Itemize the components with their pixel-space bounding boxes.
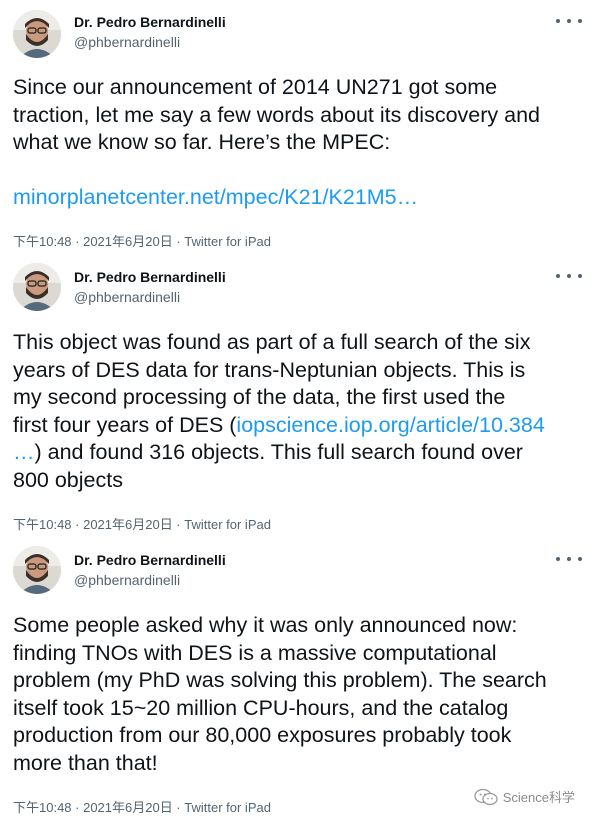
tweet-text-line: traction, let me say a few words about i… — [13, 102, 540, 127]
iopscience-link-continued[interactable]: … — [13, 440, 35, 464]
avatar-photo-icon — [13, 10, 61, 58]
tweet-text-line: finding TNOs with DES is a massive compu… — [13, 640, 497, 665]
tweet-text-segment: first four years of DES ( — [13, 412, 237, 437]
timestamp-text[interactable]: 下午10:48 · 2021年6月20日 · — [13, 800, 184, 815]
author-name[interactable]: Dr. Pedro Bernardinelli — [74, 14, 226, 30]
mpec-link[interactable]: minorplanetcenter.net/mpec/K21/K21M5… — [13, 185, 418, 209]
author-handle[interactable]: @phbernardinelli — [74, 572, 180, 588]
tweet-text: This object was found as part of a full … — [13, 329, 585, 494]
tweet-text-line: 800 objects — [13, 467, 123, 492]
author-handle[interactable]: @phbernardinelli — [74, 34, 180, 50]
tweet-text-line: Some people asked why it was only announ… — [13, 613, 518, 637]
more-options-icon[interactable] — [556, 269, 582, 283]
tweet-text-line: more than that! — [13, 750, 158, 775]
tweet-text-line: my second processing of the data, the fi… — [13, 385, 506, 409]
tweet-text-line: production from our 80,000 exposures pro… — [13, 723, 512, 747]
tweet-text-line: Since our announcement of 2014 UN271 got… — [13, 75, 498, 99]
tweet-text-line: This object was found as part of a full … — [13, 330, 531, 354]
avatar[interactable] — [13, 10, 61, 58]
tweet-text: Since our announcement of 2014 UN271 got… — [13, 74, 585, 212]
source-label[interactable]: Twitter for iPad — [184, 800, 271, 815]
author-name[interactable]: Dr. Pedro Bernardinelli — [74, 269, 226, 285]
tweet-timestamp: 下午10:48 · 2021年6月20日 · Twitter for iPad — [13, 797, 271, 816]
watermark: Science科学 — [473, 787, 575, 806]
tweet-text-line: problem (my PhD was solving this problem… — [13, 668, 547, 692]
tweet-text-segment: ) and found 316 objects. This full searc… — [34, 440, 523, 464]
avatar[interactable] — [13, 546, 61, 594]
tweet-text-line: years of DES data for trans-Neptunian ob… — [13, 357, 526, 382]
source-label[interactable]: Twitter for iPad — [184, 517, 271, 532]
iopscience-link[interactable]: iopscience.iop.org/article/10.384 — [236, 413, 544, 437]
more-options-icon[interactable] — [556, 14, 582, 28]
avatar[interactable] — [13, 263, 61, 311]
wechat-icon — [474, 788, 498, 805]
tweet-3[interactable]: Dr. Pedro Bernardinelli @phbernardinelli… — [0, 538, 593, 820]
author-name[interactable]: Dr. Pedro Bernardinelli — [74, 552, 226, 568]
tweet-2[interactable]: Dr. Pedro Bernardinelli @phbernardinelli… — [0, 255, 593, 545]
tweet-text-line: what we know so far. Here’s the MPEC: — [13, 130, 391, 154]
more-options-icon[interactable] — [556, 552, 582, 566]
tweet-text-line: itself took 15~20 million CPU-hours, and… — [13, 695, 509, 720]
timestamp-text[interactable]: 下午10:48 · 2021年6月20日 · — [13, 517, 184, 532]
avatar-photo-icon — [13, 546, 61, 594]
tweet-timestamp: 下午10:48 · 2021年6月20日 · Twitter for iPad — [13, 514, 271, 533]
timestamp-text[interactable]: 下午10:48 · 2021年6月20日 · — [13, 234, 184, 249]
tweet-1[interactable]: Dr. Pedro Bernardinelli @phbernardinelli… — [0, 0, 593, 255]
avatar-photo-icon — [13, 263, 61, 311]
tweet-text: Some people asked why it was only announ… — [13, 612, 585, 777]
watermark-text: Science科学 — [502, 790, 575, 805]
tweet-timestamp: 下午10:48 · 2021年6月20日 · Twitter for iPad — [13, 231, 271, 250]
author-handle[interactable]: @phbernardinelli — [74, 289, 180, 305]
source-label[interactable]: Twitter for iPad — [184, 234, 271, 249]
